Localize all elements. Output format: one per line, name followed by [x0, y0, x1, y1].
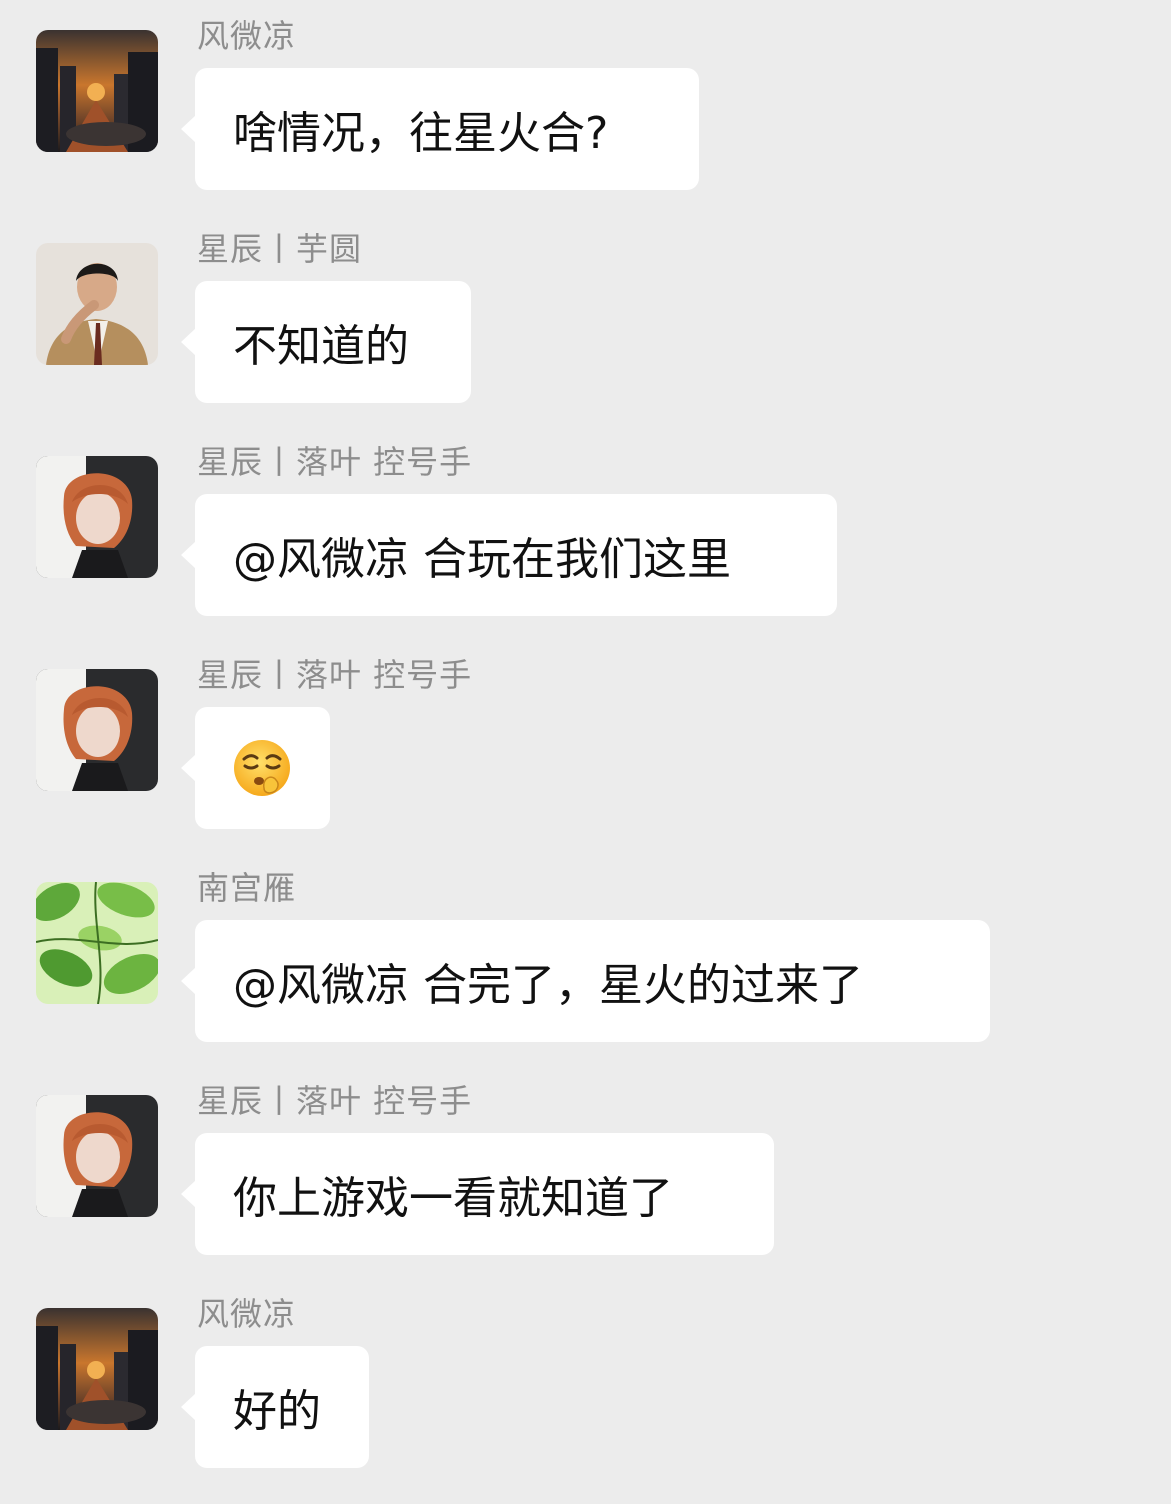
- chat-message-list: 风微凉 啥情况，往星火合? 星辰丨芋圆 不知道的 星辰丨落叶 控号手 @风微凉 …: [0, 0, 1171, 1504]
- message-bubble[interactable]: @风微凉 合完了，星火的过来了: [181, 920, 990, 1042]
- message-bubble[interactable]: 你上游戏一看就知道了: [181, 1133, 774, 1255]
- man-in-suit-avatar[interactable]: [36, 243, 158, 365]
- city-sunset-avatar[interactable]: [36, 1308, 158, 1430]
- sender-name: 星辰丨落叶 控号手: [197, 443, 473, 481]
- message-bubble[interactable]: @风微凉 合玩在我们这里: [181, 494, 837, 616]
- message-bubble[interactable]: [181, 707, 330, 829]
- sender-name: 星辰丨落叶 控号手: [197, 656, 473, 694]
- sender-name: 南宫雁: [197, 869, 297, 907]
- sender-name: 星辰丨芋圆: [197, 230, 363, 268]
- green-leaves-avatar[interactable]: [36, 882, 158, 1004]
- hush-face-emoji: [234, 740, 290, 796]
- city-sunset-avatar[interactable]: [36, 30, 158, 152]
- sender-name: 星辰丨落叶 控号手: [197, 1082, 473, 1120]
- sender-name: 风微凉: [197, 1295, 297, 1333]
- sender-name: 风微凉: [197, 17, 297, 55]
- message-bubble[interactable]: 啥情况，往星火合?: [181, 68, 699, 190]
- anime-redhead-avatar[interactable]: [36, 456, 158, 578]
- message-bubble[interactable]: 不知道的: [181, 281, 471, 403]
- anime-redhead-avatar[interactable]: [36, 669, 158, 791]
- anime-redhead-avatar[interactable]: [36, 1095, 158, 1217]
- message-bubble[interactable]: 好的: [181, 1346, 369, 1468]
